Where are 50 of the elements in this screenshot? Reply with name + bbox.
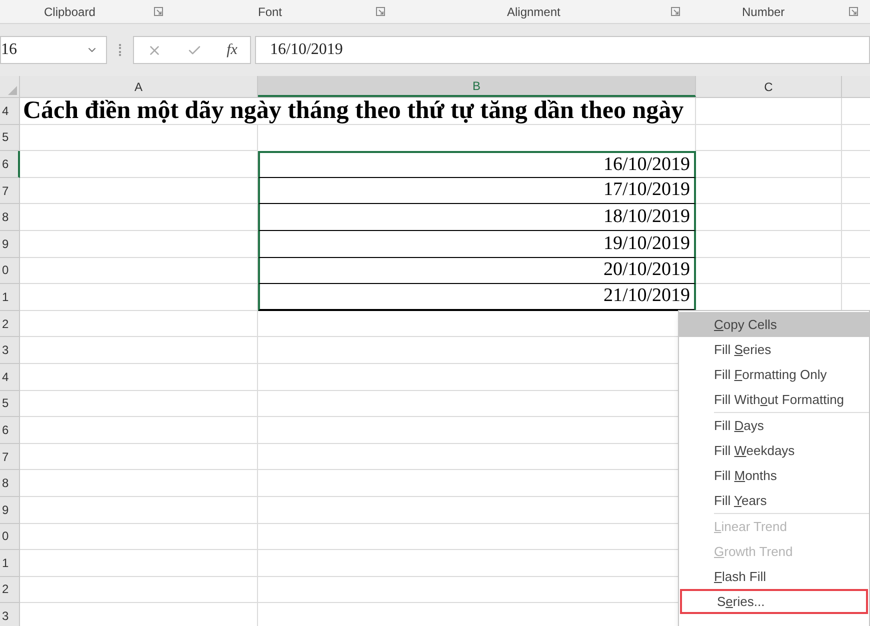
date-text: 18/10/2019 <box>603 204 690 229</box>
row-header[interactable]: 9 <box>0 496 20 524</box>
menu-item[interactable]: Flash Fill <box>679 564 869 589</box>
row-header[interactable]: 6 <box>0 151 20 178</box>
date-text: 20/10/2019 <box>603 258 690 282</box>
menu-item[interactable]: Fill Days <box>679 413 869 438</box>
date-text: 21/10/2019 <box>603 284 690 308</box>
menu-item[interactable]: Series... <box>680 589 868 614</box>
row-header[interactable]: 8 <box>0 470 20 497</box>
dialog-launcher-icon[interactable] <box>849 7 858 16</box>
menu-item[interactable]: Fill Without Formatting <box>679 387 869 412</box>
title-cell: Cách điền một dãy ngày tháng theo thứ tự tăng dần theo ngày <box>20 98 696 125</box>
date-text: 16/10/2019 <box>603 152 690 177</box>
row-header[interactable]: 2 <box>0 310 20 338</box>
menu-item[interactable]: Fill Weekdays <box>679 438 869 463</box>
column-header[interactable]: C <box>696 76 842 97</box>
insert-function-button[interactable]: fx <box>226 38 238 62</box>
date-text: 17/10/2019 <box>603 178 690 202</box>
row-header[interactable]: 3 <box>0 603 20 626</box>
dialog-launcher-icon[interactable] <box>376 7 385 16</box>
ribbon-group-label: Font <box>258 4 282 20</box>
formula-field[interactable]: 16/10/2019 <box>255 36 870 64</box>
menu-item[interactable]: Fill Formatting Only <box>679 362 869 387</box>
menu-item[interactable]: Fill Months <box>679 463 869 488</box>
menu-item[interactable]: Fill Years <box>679 488 869 513</box>
row-header[interactable]: 4 <box>0 364 20 391</box>
dialog-launcher-icon[interactable] <box>154 7 163 16</box>
row-header[interactable]: 5 <box>0 390 20 418</box>
menu-item[interactable]: Copy Cells <box>679 312 869 337</box>
ribbon-group-label: Alignment <box>507 4 560 20</box>
row-header[interactable]: 1 <box>0 284 20 311</box>
row-header[interactable]: 0 <box>0 258 20 284</box>
row-header[interactable]: 6 <box>0 417 20 444</box>
row-header[interactable]: 3 <box>0 337 20 364</box>
date-text: 19/10/2019 <box>603 232 690 256</box>
row-header[interactable]: 8 <box>0 204 20 231</box>
row-header[interactable]: 7 <box>0 444 20 470</box>
row-header[interactable]: 7 <box>0 178 20 204</box>
column-header[interactable]: B <box>258 76 696 97</box>
row-header[interactable]: 0 <box>0 524 20 550</box>
row-header[interactable]: 2 <box>0 576 20 604</box>
name-box[interactable]: 16 <box>0 36 107 64</box>
row-header[interactable]: 5 <box>0 124 20 152</box>
row-header[interactable]: 1 <box>0 550 20 577</box>
dialog-launcher-icon[interactable] <box>671 7 680 16</box>
ribbon-group-label: Clipboard <box>44 4 96 20</box>
row-header[interactable]: 4 <box>0 98 20 125</box>
row-header[interactable]: 9 <box>0 230 20 258</box>
menu-item[interactable]: Fill Series <box>679 337 869 362</box>
ribbon-group-label: Number <box>742 4 785 20</box>
